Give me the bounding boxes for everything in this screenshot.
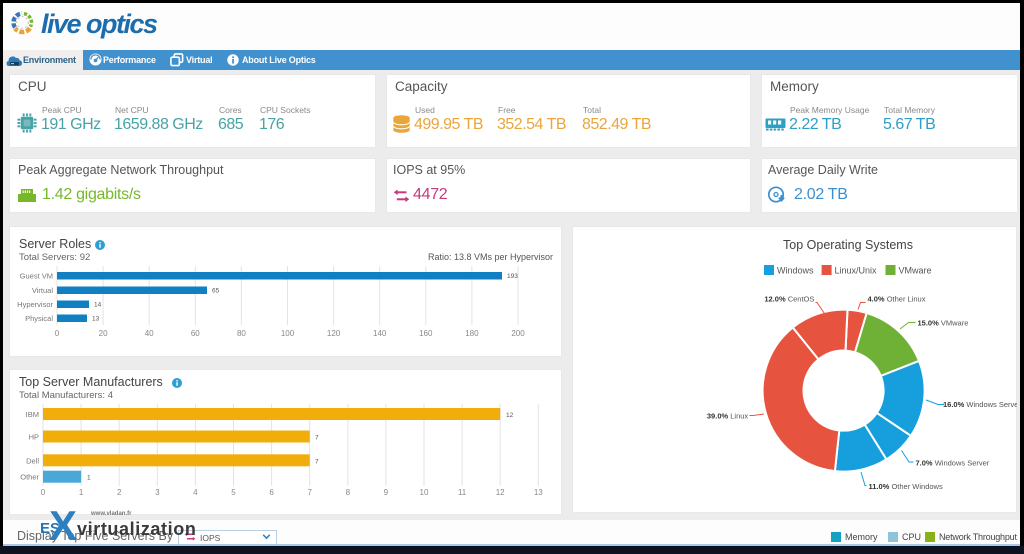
svg-text:12.0% CentOS: 12.0% CentOS [764,295,814,304]
svg-text:180: 180 [465,329,479,338]
svg-text:200: 200 [511,329,525,338]
svg-text:15.0% VMware: 15.0% VMware [918,318,969,327]
svg-text:2: 2 [117,488,122,497]
svg-text:12: 12 [496,488,505,497]
svg-text:Dell: Dell [26,456,39,465]
svg-text:120: 120 [327,329,341,338]
svg-text:5: 5 [231,488,236,497]
svg-text:10: 10 [420,488,429,497]
svg-text:0: 0 [55,329,60,338]
svg-text:60: 60 [191,329,200,338]
svg-text:7.0% Windows Server: 7.0% Windows Server [916,458,990,467]
svg-text:193: 193 [507,273,518,280]
svg-text:IBM: IBM [26,410,39,419]
svg-text:Virtual: Virtual [32,286,53,295]
svg-text:9: 9 [384,488,389,497]
svg-text:20: 20 [99,329,108,338]
svg-text:14: 14 [94,302,102,309]
svg-text:1: 1 [87,475,91,482]
svg-text:39.0% Linux: 39.0% Linux [707,411,749,420]
svg-text:Linux/Unix: Linux/Unix [835,266,878,276]
svg-text:13: 13 [534,488,543,497]
svg-text:13: 13 [92,316,100,323]
svg-text:100: 100 [281,329,295,338]
svg-text:3: 3 [155,488,160,497]
svg-text:6: 6 [269,488,274,497]
svg-text:7: 7 [315,458,319,465]
svg-text:4.0% Other Linux: 4.0% Other Linux [868,295,926,304]
svg-text:Guest VM: Guest VM [20,272,53,281]
svg-text:40: 40 [145,329,154,338]
svg-text:4: 4 [193,488,198,497]
svg-text:160: 160 [419,329,433,338]
svg-text:7: 7 [307,488,312,497]
svg-text:12: 12 [506,412,514,419]
svg-text:1: 1 [79,488,84,497]
svg-text:Hypervisor: Hypervisor [17,300,53,309]
svg-text:Physical: Physical [25,314,53,323]
svg-text:Other: Other [20,473,39,482]
svg-text:16.0% Windows Server 2: 16.0% Windows Server 2 [943,400,1017,409]
svg-text:140: 140 [373,329,387,338]
svg-text:Windows: Windows [777,266,814,276]
svg-text:11.0% Other Windows: 11.0% Other Windows [869,482,943,491]
svg-text:65: 65 [212,288,220,295]
svg-text:0: 0 [41,488,46,497]
svg-text:7: 7 [315,435,319,442]
svg-text:80: 80 [237,329,246,338]
svg-text:VMware: VMware [899,266,932,276]
svg-text:8: 8 [346,488,351,497]
svg-text:11: 11 [458,488,467,497]
svg-text:HP: HP [29,433,39,442]
